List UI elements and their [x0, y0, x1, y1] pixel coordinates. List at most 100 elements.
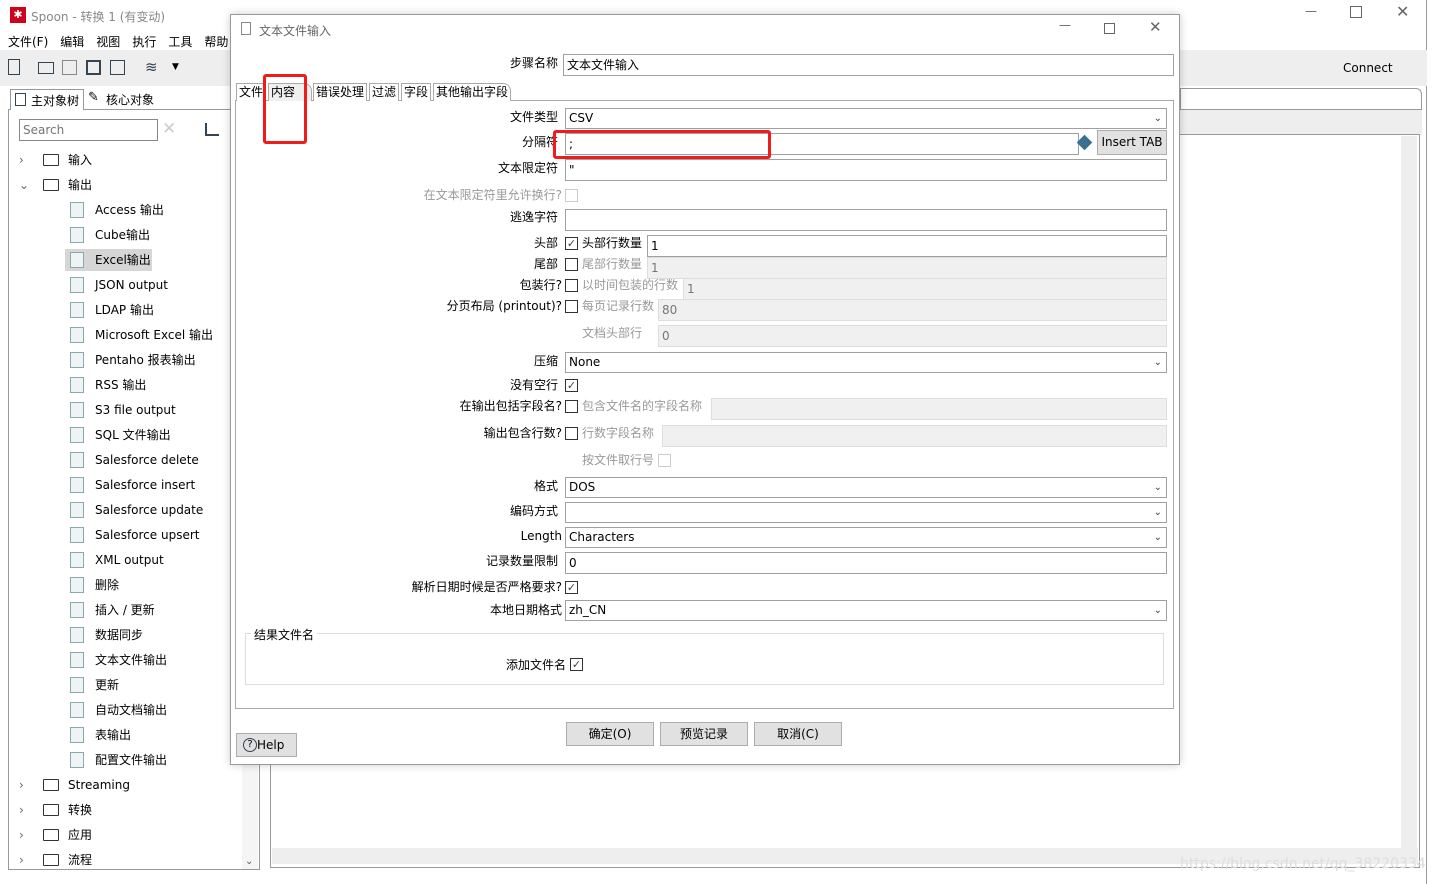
- tab-additional-fields[interactable]: 其他输出字段: [433, 83, 512, 101]
- menu-tools[interactable]: 工具: [168, 35, 192, 49]
- tree-item[interactable]: S3 file output: [95, 402, 176, 418]
- doc-header-input[interactable]: 0: [658, 325, 1167, 347]
- tree-item[interactable]: SQL 文件输出: [95, 427, 171, 443]
- close-button[interactable]: ✕: [1396, 2, 1409, 21]
- preview-button[interactable]: 预览记录: [660, 722, 748, 746]
- tree-item[interactable]: 插入 / 更新: [95, 602, 155, 618]
- wrap-checkbox[interactable]: [565, 279, 578, 292]
- tab-file[interactable]: 文件: [236, 83, 267, 101]
- header-rows-input[interactable]: 1: [647, 235, 1167, 257]
- rownum-by-file-checkbox[interactable]: [658, 454, 671, 467]
- tree-item[interactable]: 文本文件输出: [95, 652, 167, 668]
- tree-folder[interactable]: 应用: [68, 827, 92, 843]
- enclosure-input[interactable]: ": [565, 159, 1167, 181]
- help-button[interactable]: ? Help: [236, 733, 297, 757]
- chevron-right-icon[interactable]: ›: [19, 777, 24, 793]
- expand-tree-icon[interactable]: [205, 123, 219, 136]
- dialog-minimize-button[interactable]: —: [1059, 18, 1071, 32]
- paged-checkbox[interactable]: [565, 300, 578, 313]
- tree-item[interactable]: Microsoft Excel 输出: [95, 327, 213, 343]
- limit-input[interactable]: 0: [565, 552, 1167, 574]
- tab-error-handling[interactable]: 错误处理: [313, 83, 368, 101]
- maximize-button[interactable]: [1350, 6, 1362, 18]
- compression-select[interactable]: None ⌄: [565, 352, 1167, 373]
- tree-folder[interactable]: 输出: [68, 177, 92, 193]
- menu-edit[interactable]: 编辑: [60, 35, 84, 49]
- tree-item[interactable]: Salesforce upsert: [95, 527, 199, 543]
- escape-input[interactable]: [565, 209, 1167, 231]
- tree-item[interactable]: Cube输出: [95, 227, 150, 243]
- dropdown-arrow-icon[interactable]: ▼: [172, 62, 179, 72]
- chevron-right-icon[interactable]: ›: [19, 152, 24, 168]
- clear-search-icon[interactable]: ✕: [162, 119, 176, 139]
- include-filename-checkbox[interactable]: [565, 400, 578, 413]
- tree-folder[interactable]: Streaming: [68, 777, 130, 793]
- tree-item[interactable]: Access 输出: [95, 202, 164, 218]
- chevron-right-icon[interactable]: ›: [19, 852, 24, 868]
- menu-file[interactable]: 文件(F): [8, 35, 48, 49]
- tree-item[interactable]: 更新: [95, 677, 119, 693]
- chevron-right-icon[interactable]: ›: [19, 802, 24, 818]
- length-select[interactable]: Characters ⌄: [565, 527, 1167, 548]
- encoding-select[interactable]: ⌄: [565, 502, 1167, 523]
- lines-per-page-input[interactable]: 80: [658, 299, 1167, 321]
- dialog-close-button[interactable]: ✕: [1149, 18, 1162, 36]
- tree-item[interactable]: Salesforce update: [95, 502, 203, 518]
- footer-rows-input[interactable]: 1: [647, 257, 1167, 279]
- format-select[interactable]: DOS ⌄: [565, 477, 1167, 498]
- chevron-down-icon[interactable]: ⌄: [19, 177, 29, 193]
- explore-icon[interactable]: [62, 60, 77, 75]
- rownum-field-input[interactable]: [662, 425, 1167, 447]
- minimize-button[interactable]: —: [1305, 4, 1317, 18]
- footer-checkbox[interactable]: [565, 258, 578, 271]
- tree-folder[interactable]: 输入: [68, 152, 92, 168]
- tree-folder[interactable]: 转换: [68, 802, 92, 818]
- tab-core-objects[interactable]: ✎ 核心对象: [84, 89, 158, 110]
- tab-fields[interactable]: 字段: [401, 83, 432, 101]
- tree-item[interactable]: JSON output: [95, 277, 168, 293]
- open-folder-icon[interactable]: [38, 62, 54, 74]
- ok-button[interactable]: 确定(O): [566, 722, 654, 746]
- lenient-date-checkbox[interactable]: ✓: [565, 581, 578, 594]
- new-file-icon[interactable]: [8, 59, 20, 75]
- tree-item[interactable]: Salesforce insert: [95, 477, 195, 493]
- locale-select[interactable]: zh_CN ⌄: [565, 600, 1167, 621]
- search-input[interactable]: [19, 119, 158, 141]
- connect-button[interactable]: Connect: [1343, 61, 1393, 75]
- dialog-maximize-button[interactable]: [1104, 23, 1115, 34]
- tree-item[interactable]: 表输出: [95, 727, 131, 743]
- tree-item[interactable]: Excel输出: [95, 252, 151, 268]
- cancel-button[interactable]: 取消(C): [754, 722, 842, 746]
- wrap-rows-input[interactable]: 1: [683, 278, 1167, 300]
- chevron-right-icon[interactable]: ›: [19, 827, 24, 843]
- tree-item[interactable]: RSS 输出: [95, 377, 146, 393]
- no-empty-checkbox[interactable]: ✓: [565, 379, 578, 392]
- add-filename-checkbox[interactable]: ✓: [570, 658, 583, 671]
- tab-filter[interactable]: 过滤: [369, 83, 400, 101]
- tree-item[interactable]: Pentaho 报表输出: [95, 352, 196, 368]
- tree-item[interactable]: XML output: [95, 552, 164, 568]
- tree-item[interactable]: 删除: [95, 577, 119, 593]
- tree-item[interactable]: 配置文件输出: [95, 752, 167, 768]
- layers-icon[interactable]: ≋: [145, 58, 158, 76]
- save-as-icon[interactable]: [110, 60, 125, 75]
- tab-main-tree[interactable]: 主对象树: [10, 89, 85, 110]
- menu-view[interactable]: 视图: [96, 35, 120, 49]
- tree-item[interactable]: Salesforce delete: [95, 452, 199, 468]
- insert-tab-button[interactable]: Insert TAB: [1097, 130, 1167, 155]
- tree-item[interactable]: 自动文档输出: [95, 702, 167, 718]
- tree-item[interactable]: 数据同步: [95, 627, 143, 643]
- save-icon[interactable]: [86, 60, 101, 75]
- filename-field-input[interactable]: [711, 398, 1167, 420]
- allow-breaks-checkbox[interactable]: [565, 189, 578, 202]
- tree-item[interactable]: LDAP 输出: [95, 302, 154, 318]
- scroll-down-icon[interactable]: ⌄: [245, 856, 253, 867]
- tree-folder[interactable]: 流程: [68, 852, 92, 868]
- menu-run[interactable]: 执行: [132, 35, 156, 49]
- step-name-input[interactable]: 文本文件输入: [563, 54, 1174, 76]
- canvas-vscroll[interactable]: [1401, 136, 1417, 848]
- include-rownum-checkbox[interactable]: [565, 427, 578, 440]
- menu-help[interactable]: 帮助: [204, 35, 228, 49]
- file-type-select[interactable]: CSV ⌄: [565, 108, 1167, 129]
- header-checkbox[interactable]: ✓: [565, 237, 578, 250]
